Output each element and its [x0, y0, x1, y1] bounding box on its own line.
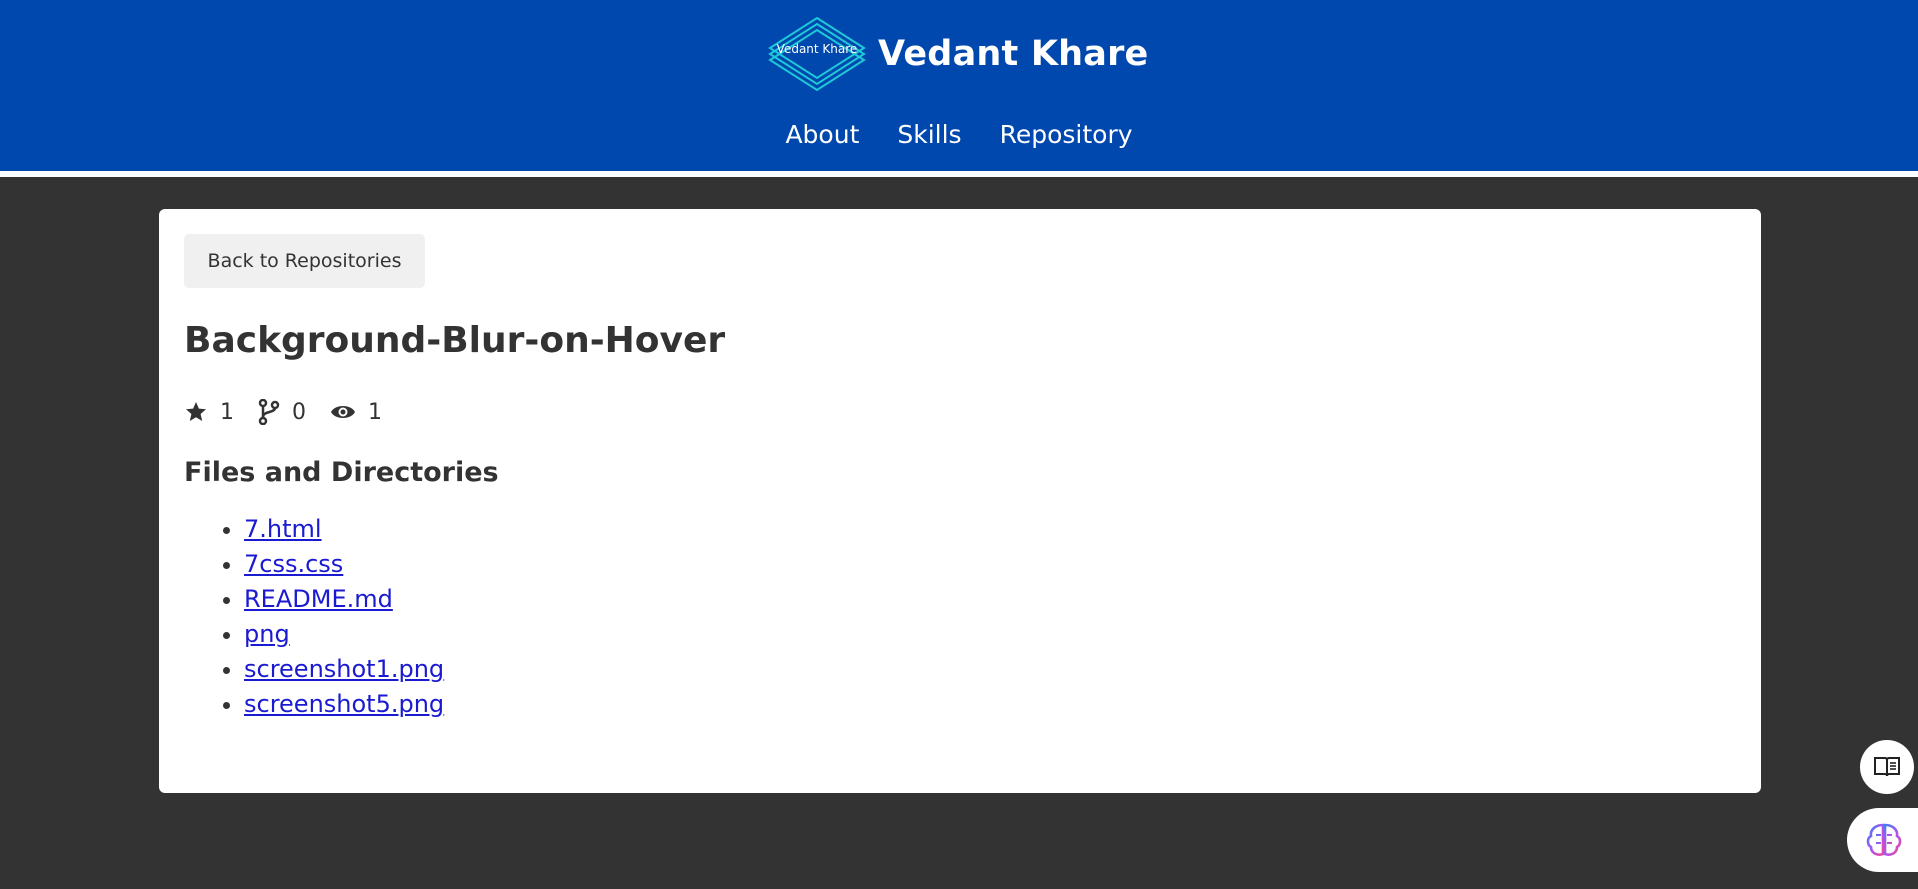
nav-repository[interactable]: Repository	[1000, 120, 1133, 149]
stars-stat: 1	[184, 400, 234, 425]
file-link-screenshot5-png[interactable]: screenshot5.png	[244, 690, 444, 718]
watchers-count: 1	[368, 399, 382, 425]
nav-skills[interactable]: Skills	[897, 120, 961, 149]
star-icon	[186, 402, 206, 421]
list-item: screenshot5.png	[244, 687, 1736, 722]
reader-mode-button[interactable]	[1860, 740, 1914, 794]
repo-title: Background-Blur-on-Hover	[184, 320, 726, 361]
repo-card: Back to Repositories Background-Blur-on-…	[159, 209, 1761, 793]
file-link-screenshot1-png[interactable]: screenshot1.png	[244, 655, 444, 683]
file-link-7css-css[interactable]: 7css.css	[244, 550, 343, 578]
file-link-7-html[interactable]: 7.html	[244, 515, 322, 543]
watchers-stat: 1	[330, 400, 382, 425]
logo: Vedant Khare	[764, 14, 870, 94]
list-item: screenshot1.png	[244, 652, 1736, 687]
files-heading: Files and Directories	[184, 457, 499, 488]
brand-name[interactable]: Vedant Khare	[878, 34, 1148, 74]
logo-text: Vedant Khare	[776, 42, 858, 56]
forks-stat: 0	[258, 399, 306, 425]
nav-about[interactable]: About	[785, 120, 859, 149]
stars-count: 1	[220, 399, 234, 425]
brain-icon	[1866, 823, 1902, 856]
site-header: Vedant Khare Vedant Khare About Skills R…	[0, 0, 1918, 177]
list-item: 7.html	[244, 512, 1736, 547]
book-reader-icon	[1874, 757, 1900, 777]
list-item: README.md	[244, 582, 1736, 617]
eye-icon	[331, 406, 355, 418]
list-item: png	[244, 617, 1736, 652]
back-to-repositories-button[interactable]: Back to Repositories	[184, 234, 425, 288]
repo-stats: 1 0 1	[184, 399, 1736, 425]
list-item: 7css.css	[244, 547, 1736, 582]
fork-icon	[258, 399, 280, 425]
forks-count: 0	[292, 399, 306, 425]
ai-assistant-button[interactable]	[1847, 808, 1918, 872]
file-link-png[interactable]: png	[244, 620, 290, 648]
file-list: 7.html 7css.css README.md png screenshot…	[184, 512, 1736, 722]
file-link-readme-md[interactable]: README.md	[244, 585, 393, 613]
brand[interactable]: Vedant Khare Vedant Khare	[764, 14, 1148, 94]
main-nav: About Skills Repository	[0, 120, 1918, 149]
